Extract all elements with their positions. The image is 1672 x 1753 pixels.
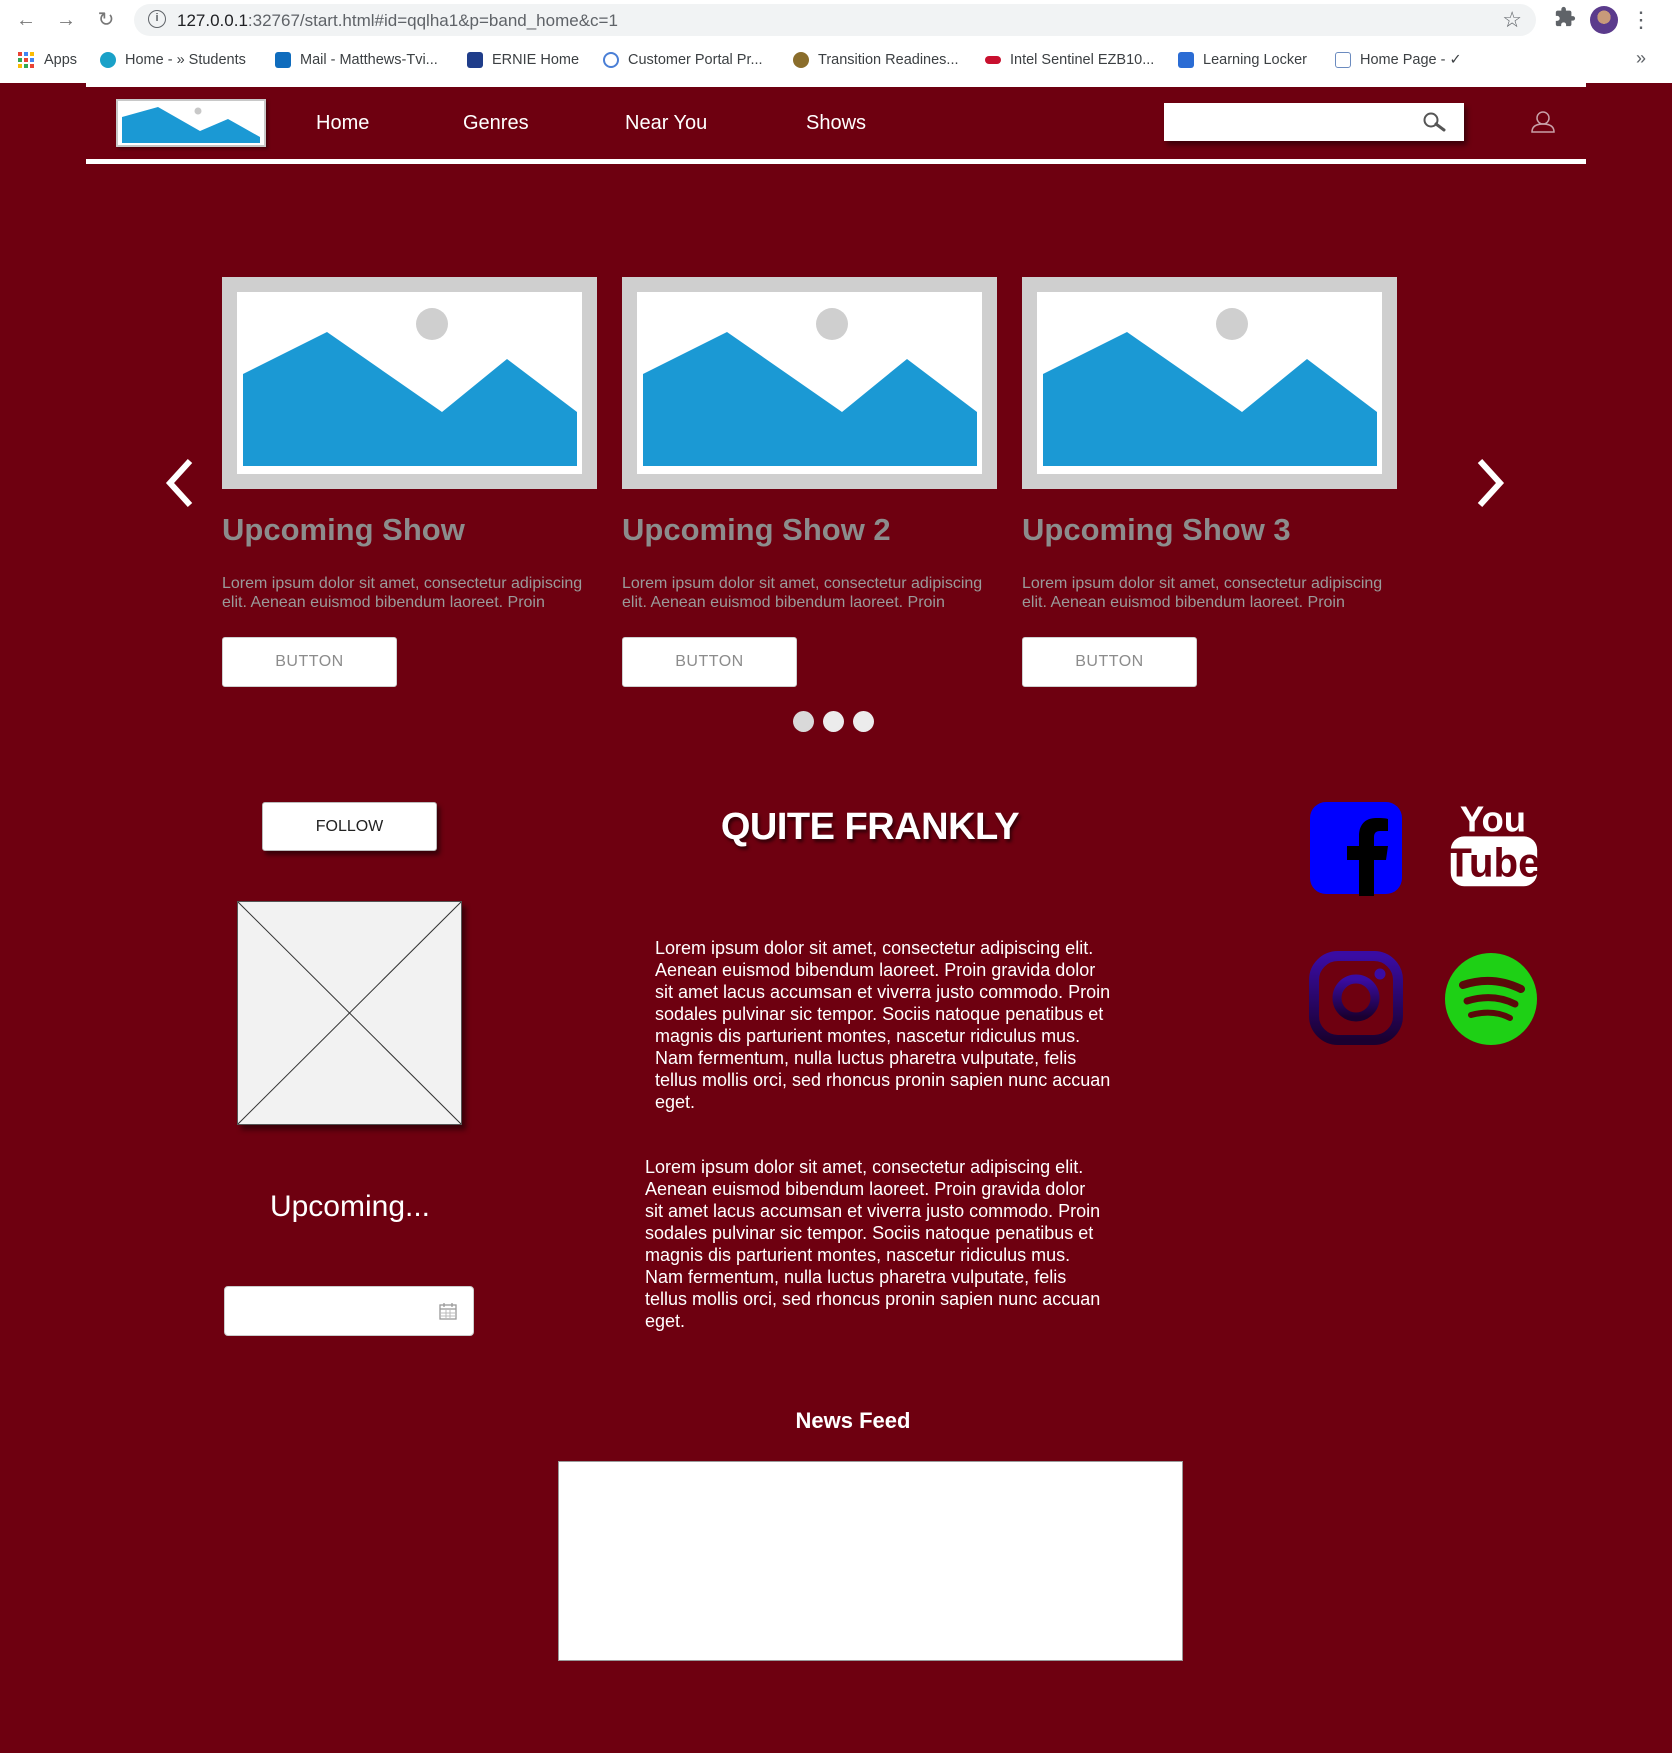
header-bottom-line [86, 159, 1586, 164]
show-button[interactable]: BUTTON [1022, 637, 1197, 687]
show-description: Lorem ipsum dolor sit amet, consectetur … [622, 575, 983, 611]
site-info-icon[interactable]: i [148, 10, 166, 28]
bookmark-customer-portal[interactable]: Customer Portal Pr... [603, 48, 763, 72]
outlook-icon [275, 52, 291, 68]
show-image [1022, 277, 1397, 489]
calendar-icon[interactable] [439, 1302, 457, 1320]
bookmark-label: Home Page - ✓ [1360, 52, 1462, 68]
address-row: ← → ↻ i 127.0.0.1:32767/start.html#id=qq… [0, 0, 1672, 40]
address-bar[interactable]: i 127.0.0.1:32767/start.html#id=qqlha1&p… [134, 4, 1536, 36]
nav-shows[interactable]: Shows [806, 112, 866, 135]
bookmark-label: Apps [44, 52, 78, 68]
bookmark-star-icon[interactable]: ☆ [1502, 7, 1522, 33]
bookmarks-bar: Apps Home - » Students Mail - Matthews-T… [0, 44, 1672, 76]
show-button[interactable]: BUTTON [222, 637, 397, 687]
nav-home[interactable]: Home [316, 112, 369, 135]
ernie-icon [467, 52, 483, 68]
news-feed-panel[interactable] [558, 1461, 1183, 1661]
kebab-menu-icon[interactable]: ⋮ [1630, 6, 1652, 34]
bookmark-learning-locker[interactable]: Learning Locker [1178, 48, 1307, 72]
carousel-dot[interactable] [823, 711, 844, 732]
facebook-icon[interactable] [1308, 800, 1404, 896]
bookmark-home-students[interactable]: Home - » Students [100, 48, 246, 72]
url-host: 127.0.0.1 [177, 11, 248, 30]
portal-icon [603, 52, 619, 68]
doc-icon [1335, 52, 1351, 68]
image-placeholder-cross-icon [237, 901, 462, 1125]
intel-icon [985, 56, 1001, 64]
chevron-more-icon[interactable]: » [1636, 48, 1646, 69]
upcoming-heading: Upcoming... [269, 1190, 431, 1223]
profile-avatar[interactable] [1590, 6, 1618, 34]
apps-grid-icon [18, 52, 34, 68]
reload-icon[interactable]: ↻ [92, 6, 120, 34]
globe-icon [100, 52, 116, 68]
spotify-icon[interactable] [1443, 951, 1539, 1047]
site-logo[interactable] [116, 99, 266, 147]
image-placeholder-icon [1037, 308, 1382, 474]
user-account-icon[interactable] [1530, 110, 1556, 134]
image-placeholder-icon [237, 308, 582, 474]
show-description: Lorem ipsum dolor sit amet, consectetur … [1022, 575, 1383, 611]
bookmark-intel-sentinel[interactable]: Intel Sentinel EZB10... [985, 48, 1154, 72]
emblem-icon [793, 52, 809, 68]
bookmark-mail[interactable]: Mail - Matthews-Tvi... [275, 48, 438, 72]
instagram-icon[interactable] [1308, 950, 1404, 1046]
band-name-title: QUITE FRANKLY [720, 806, 1020, 848]
show-button[interactable]: BUTTON [622, 637, 797, 687]
bookmark-label: ERNIE Home [492, 52, 580, 68]
back-arrow-icon[interactable]: ← [12, 6, 40, 34]
bookmark-ernie-home[interactable]: ERNIE Home [467, 48, 579, 72]
logo-image-icon [122, 107, 260, 143]
carousel-dot[interactable] [853, 711, 874, 732]
header-top-line [86, 83, 1586, 87]
youtube-icon[interactable]: You Tube [1445, 796, 1541, 892]
carousel-prev-arrow-icon[interactable] [160, 455, 200, 511]
ml-icon [1178, 52, 1194, 68]
url-text[interactable]: 127.0.0.1:32767/start.html#id=qqlha1&p=b… [177, 11, 618, 31]
extensions-puzzle-icon[interactable] [1552, 6, 1578, 32]
bookmark-home-page[interactable]: Home Page - ✓ [1335, 48, 1462, 72]
news-feed-title: News Feed [795, 1408, 911, 1433]
date-picker-input[interactable] [224, 1286, 474, 1336]
nav-genres[interactable]: Genres [463, 112, 529, 135]
search-input[interactable] [1164, 103, 1464, 141]
bookmark-label: Learning Locker [1203, 52, 1307, 68]
bookmark-label: Home - » Students [125, 52, 246, 68]
nav-near-you[interactable]: Near You [625, 112, 707, 135]
band-photo-placeholder [237, 901, 462, 1125]
follow-button[interactable]: FOLLOW [262, 802, 437, 851]
show-title: Upcoming Show 2 [622, 512, 891, 547]
show-image [222, 277, 597, 489]
search-icon[interactable] [1422, 111, 1446, 133]
bookmark-label: Intel Sentinel EZB10... [1010, 52, 1155, 68]
bookmark-label: Customer Portal Pr... [628, 52, 763, 68]
band-bio-paragraph: Lorem ipsum dolor sit amet, consectetur … [655, 938, 1111, 1112]
show-description: Lorem ipsum dolor sit amet, consectetur … [222, 575, 583, 611]
show-image [622, 277, 997, 489]
image-placeholder-icon [637, 308, 982, 474]
url-path: :32767/start.html#id=qqlha1&p=band_home&… [247, 11, 618, 30]
browser-chrome: ← → ↻ i 127.0.0.1:32767/start.html#id=qq… [0, 0, 1672, 83]
show-title: Upcoming Show 3 [1022, 512, 1291, 547]
bookmark-transition-readiness[interactable]: Transition Readines... [793, 48, 959, 72]
bookmark-apps[interactable]: Apps [18, 48, 77, 72]
band-bio-paragraph: Lorem ipsum dolor sit amet, consectetur … [645, 1157, 1101, 1331]
bookmark-label: Transition Readines... [818, 52, 959, 68]
carousel-dot[interactable] [793, 711, 814, 732]
bookmark-label: Mail - Matthews-Tvi... [300, 52, 438, 68]
youtube-you-text: You [1460, 799, 1526, 840]
show-title: Upcoming Show [222, 512, 465, 547]
carousel-next-arrow-icon[interactable] [1470, 455, 1510, 511]
youtube-tube-text: Tube [1447, 840, 1540, 886]
forward-arrow-icon[interactable]: → [52, 6, 80, 34]
